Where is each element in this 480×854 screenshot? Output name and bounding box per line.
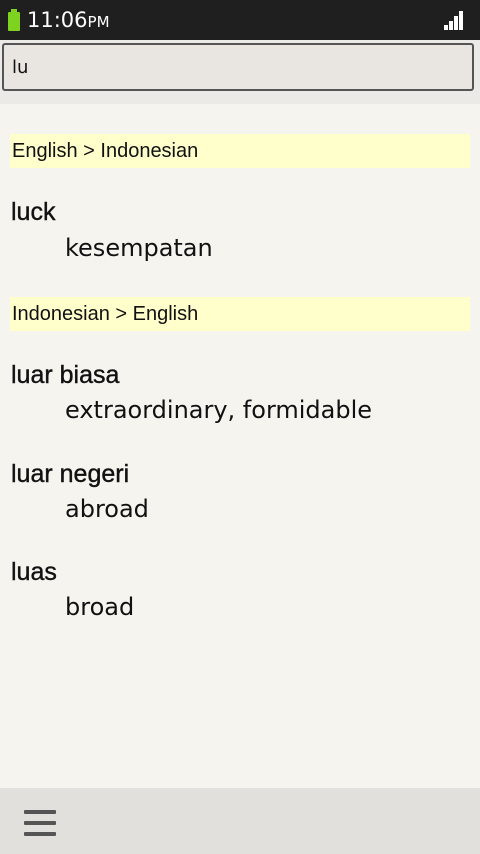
entry-definition: extraordinary, formidable xyxy=(65,396,373,424)
hamburger-menu-icon[interactable] xyxy=(24,810,56,836)
entry-word[interactable]: luas xyxy=(11,558,57,587)
clock-ampm: PM xyxy=(87,13,110,31)
entry-word[interactable]: luck xyxy=(11,198,56,227)
search-bar xyxy=(0,40,480,104)
section-header-english-indonesian: English > Indonesian xyxy=(10,134,470,168)
entry-definition: broad xyxy=(65,593,135,621)
entry-definition: abroad xyxy=(65,495,149,523)
bottom-toolbar xyxy=(0,788,480,854)
search-input[interactable] xyxy=(2,43,474,91)
clock-time: 11:06 xyxy=(27,8,88,32)
entry-word[interactable]: luar negeri xyxy=(11,460,130,489)
status-bar: 11:06PM xyxy=(0,0,480,40)
clock: 11:06PM xyxy=(27,6,110,36)
entry-definition: kesempatan xyxy=(65,234,213,262)
signal-strength-icon xyxy=(444,10,464,30)
entry-word[interactable]: luar biasa xyxy=(11,361,120,390)
section-header-indonesian-english: Indonesian > English xyxy=(10,297,470,331)
battery-icon xyxy=(8,9,20,31)
